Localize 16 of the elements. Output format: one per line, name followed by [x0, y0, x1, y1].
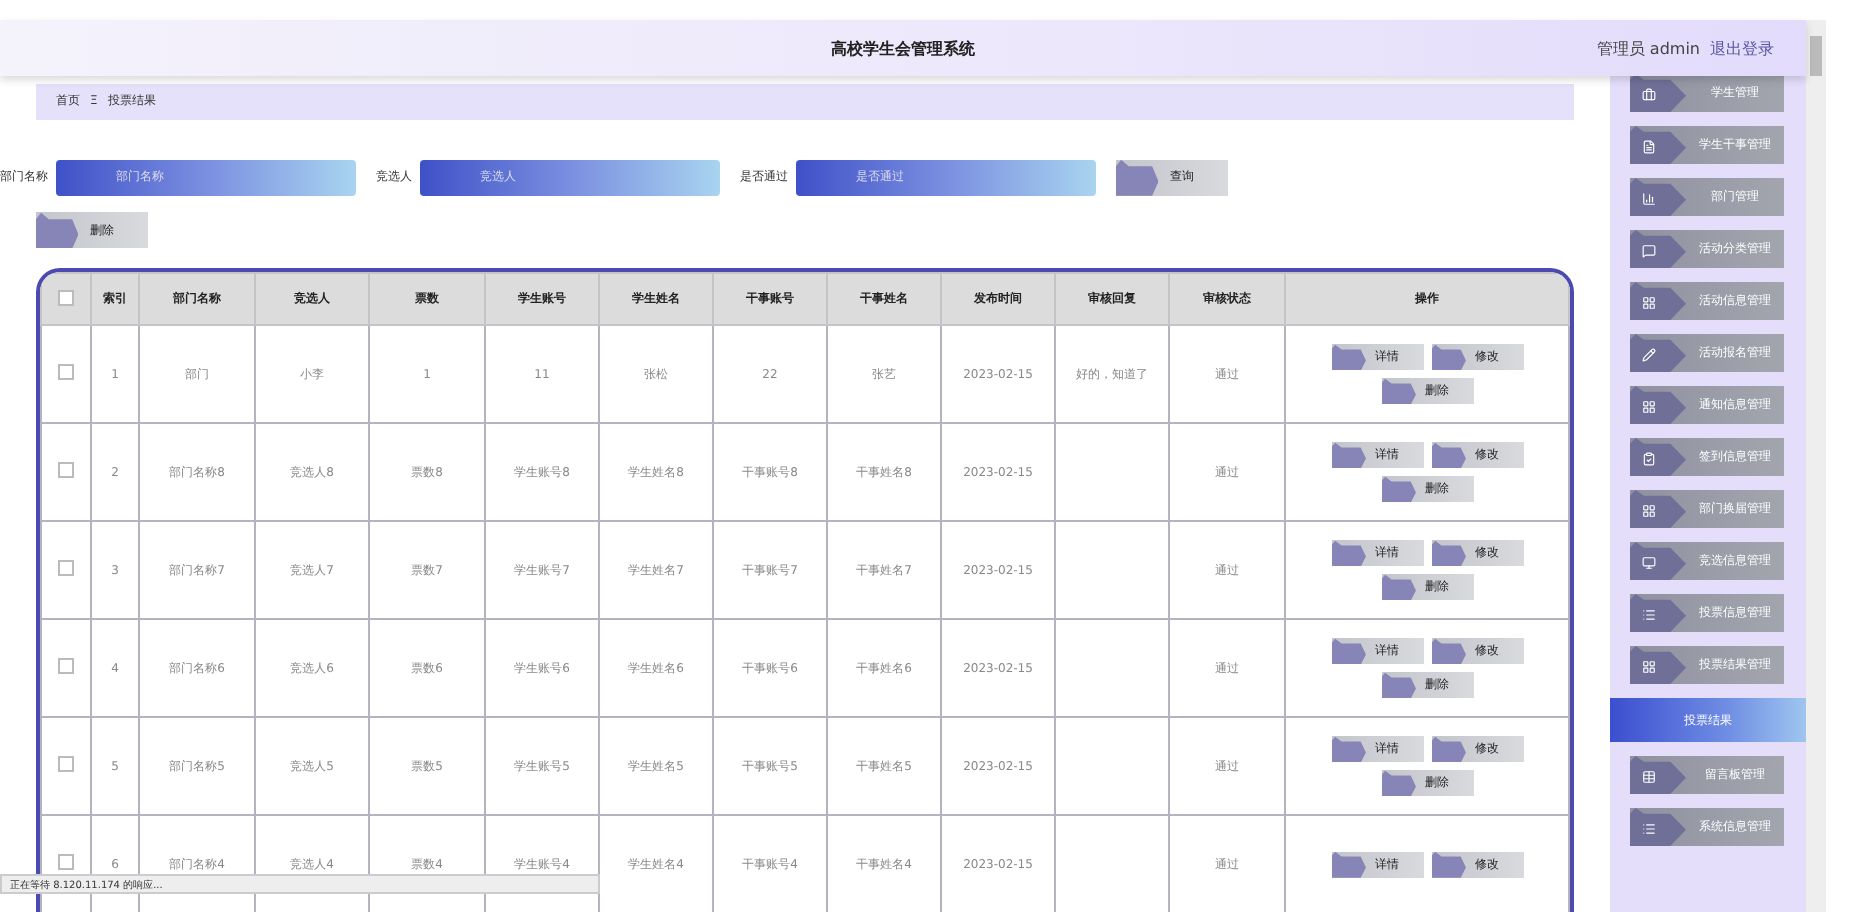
- row-checkbox[interactable]: [58, 658, 74, 675]
- table-cell: [1055, 815, 1169, 912]
- table-cell: [1055, 521, 1169, 620]
- app-title: 高校学生会管理系统: [831, 37, 975, 59]
- table-cell: [1055, 423, 1169, 522]
- row-checkbox[interactable]: [58, 560, 74, 577]
- user-name: 管理员 admin: [1596, 37, 1700, 59]
- table-cell: [1055, 619, 1169, 718]
- logout-link[interactable]: 退出登录: [1710, 37, 1774, 59]
- row-checkbox[interactable]: [58, 756, 74, 773]
- row-checkbox[interactable]: [58, 364, 74, 381]
- row-checkbox[interactable]: [58, 462, 74, 479]
- table-cell: [1055, 717, 1169, 816]
- select-all-checkbox[interactable]: [58, 289, 74, 306]
- scrollbar[interactable]: [1806, 20, 1826, 912]
- row-checkbox[interactable]: [58, 854, 74, 871]
